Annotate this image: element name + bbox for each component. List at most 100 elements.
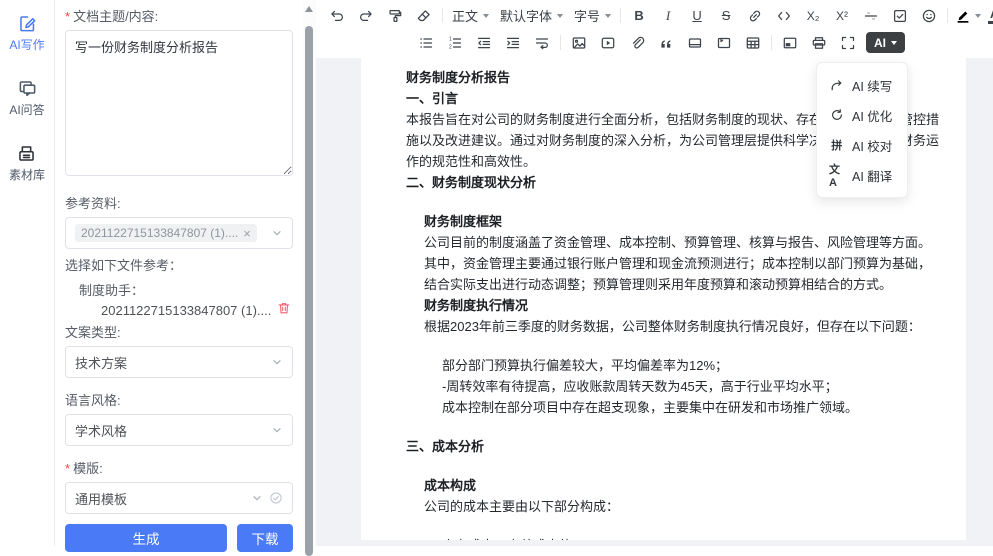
topic-label: *文档主题/内容: <box>65 6 293 25</box>
code-icon[interactable] <box>773 5 795 27</box>
menu-item-ai-optimize[interactable]: AI 优化 <box>817 100 907 130</box>
annotation-block-icon[interactable] <box>713 32 735 54</box>
scrollbar-thumb[interactable] <box>305 26 313 556</box>
template-select[interactable]: 通用模板 <box>65 482 293 514</box>
divider <box>620 8 621 23</box>
doc-heading: 三、成本分析 <box>406 436 940 457</box>
assistant-label: 制度助手： <box>65 280 293 299</box>
template-status-icon[interactable] <box>269 491 283 505</box>
reference-tag-label: 2021122715133847807 (1).... <box>81 226 238 240</box>
strikethrough-button[interactable]: S <box>715 5 737 27</box>
divider <box>947 8 948 23</box>
scroll-up-arrow-icon[interactable] <box>305 6 313 12</box>
table-icon[interactable] <box>742 32 764 54</box>
divider <box>442 8 443 23</box>
font-color-icon[interactable]: A <box>988 8 993 24</box>
divider <box>560 35 561 50</box>
reference-select[interactable]: 2021122715133847807 (1).... × <box>65 217 293 249</box>
bold-button[interactable]: B <box>628 5 650 27</box>
task-list-icon[interactable] <box>889 5 911 27</box>
toolbar-row-1: 正文 默认字体 字号 B I U S X₂ X² <box>326 2 989 29</box>
hr-icon[interactable] <box>860 5 882 27</box>
doc-paragraph: 公司的成本主要由以下部分构成： <box>406 496 940 517</box>
required-star: * <box>65 9 70 24</box>
divider <box>771 35 772 50</box>
ai-translate-icon: 文A <box>829 168 844 183</box>
embed-icon[interactable] <box>779 32 801 54</box>
subscript-button[interactable]: X₂ <box>802 5 824 27</box>
font-family-select[interactable]: 默认字体 <box>498 6 565 25</box>
form-scrollbar[interactable] <box>303 0 316 546</box>
style-label: 语言风格: <box>65 390 293 409</box>
chevron-down-icon <box>483 14 489 18</box>
generate-button[interactable]: 生成 <box>65 524 227 552</box>
ai-proofread-icon: 拼 <box>829 138 844 153</box>
ai-qa-icon <box>18 79 37 98</box>
chevron-down-icon <box>271 424 283 436</box>
text-wrap-icon[interactable] <box>531 32 553 54</box>
ai-dropdown-menu: AI 续写 AI 优化 拼 AI 校对 文A AI 翻译 <box>816 62 908 198</box>
image-icon[interactable] <box>568 32 590 54</box>
chevron-down-icon <box>605 14 611 18</box>
outdent-icon[interactable] <box>473 32 495 54</box>
style-value: 学术风格 <box>75 421 265 440</box>
doc-type-select[interactable]: 技术方案 <box>65 346 293 378</box>
editor: 正文 默认字体 字号 B I U S X₂ X² <box>316 0 993 546</box>
topic-input[interactable]: 写一份财务制度分析报告 <box>65 30 293 176</box>
doc-heading: 财务制度执行情况 <box>406 295 940 316</box>
italic-button[interactable]: I <box>657 5 679 27</box>
ai-menu-button[interactable]: AI <box>866 32 905 53</box>
underline-button[interactable]: U <box>686 5 708 27</box>
style-select[interactable]: 学术风格 <box>65 414 293 446</box>
toolbar-row-2: 12 AI <box>326 29 989 56</box>
attachment-icon[interactable] <box>626 32 648 54</box>
app: AI写作 AI问答 素材库 *文档主题 <box>0 0 993 546</box>
menu-item-ai-continue[interactable]: AI 续写 <box>817 70 907 100</box>
chevron-down-icon <box>251 492 263 504</box>
menu-item-ai-translate[interactable]: 文A AI 翻译 <box>817 160 907 190</box>
format-painter-icon[interactable] <box>384 5 406 27</box>
fullscreen-icon[interactable] <box>837 32 859 54</box>
reference-file-row: 2021122715133847807 (1).... <box>65 301 293 320</box>
template-value: 通用模板 <box>75 489 245 508</box>
svg-text:2: 2 <box>449 44 452 50</box>
video-icon[interactable] <box>597 32 619 54</box>
emoji-icon[interactable] <box>918 5 940 27</box>
font-size-select[interactable]: 字号 <box>572 6 613 25</box>
sidebar-item-ai-qa[interactable]: AI问答 <box>9 79 44 118</box>
ordered-list-icon[interactable]: 12 <box>444 32 466 54</box>
paragraph-style-select[interactable]: 正文 <box>450 6 491 25</box>
svg-text:1: 1 <box>449 36 452 42</box>
reference-label: 参考资料: <box>65 193 293 212</box>
superscript-button[interactable]: X² <box>831 5 853 27</box>
doc-paragraph: 根据2023年前三季度的财务数据，公司整体财务制度执行情况良好，但存在以下问题： <box>406 316 940 337</box>
chevron-down-icon <box>975 14 981 18</box>
undo-button[interactable] <box>326 5 348 27</box>
reference-file-name: 2021122715133847807 (1).... <box>101 303 277 318</box>
close-icon[interactable]: × <box>243 227 251 240</box>
chevron-down-icon <box>271 227 283 239</box>
blockquote-icon[interactable] <box>655 32 677 54</box>
indent-icon[interactable] <box>502 32 524 54</box>
menu-item-ai-proofread[interactable]: 拼 AI 校对 <box>817 130 907 160</box>
sidebar-item-library[interactable]: 素材库 <box>9 144 45 183</box>
doc-paragraph: 部分部门预算执行偏差较大，平均偏差率为12%； <box>406 355 940 376</box>
sidebar-item-ai-write[interactable]: AI写作 <box>9 14 44 53</box>
redo-button[interactable] <box>355 5 377 27</box>
sidebar-item-label: AI问答 <box>9 101 44 118</box>
divider-block-icon[interactable] <box>684 32 706 54</box>
library-icon <box>17 144 36 163</box>
print-icon[interactable] <box>808 32 830 54</box>
highlight-color-icon[interactable] <box>955 8 981 24</box>
nav-rail: AI写作 AI问答 素材库 <box>0 0 55 546</box>
doc-paragraph: 成本控制在部分项目中存在超支现象，主要集中在研发和市场推广领域。 <box>406 397 940 418</box>
bullet-list-icon[interactable] <box>415 32 437 54</box>
sidebar-item-label: 素材库 <box>9 166 45 183</box>
link-icon[interactable] <box>744 5 766 27</box>
delete-icon[interactable] <box>277 301 291 320</box>
ai-optimize-icon <box>829 108 844 123</box>
download-button[interactable]: 下载 <box>237 524 293 552</box>
clear-format-icon[interactable] <box>413 5 435 27</box>
doc-paragraph: 公司目前的制度涵盖了资金管理、成本控制、预算管理、核算与报告、风险管理等方面。其… <box>406 232 940 295</box>
doc-heading: 财务制度框架 <box>406 211 940 232</box>
